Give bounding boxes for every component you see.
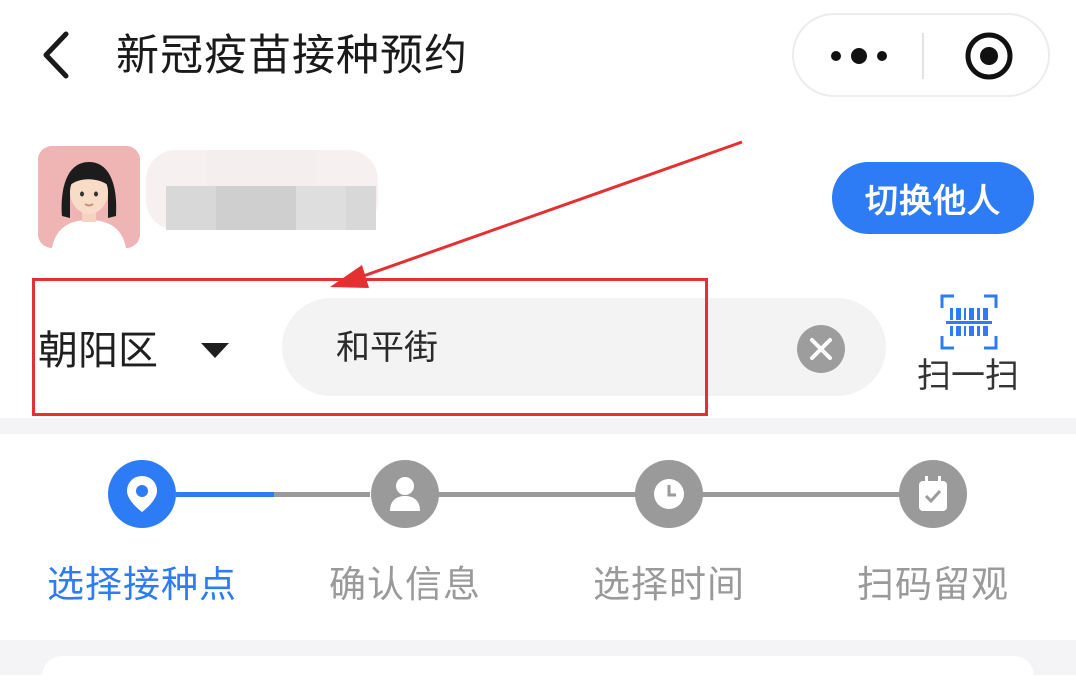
step-4-circle (899, 460, 967, 528)
step-label-confirm-info: 确认信息 (329, 563, 481, 606)
capsule-divider (922, 33, 924, 79)
close-miniprogram-button[interactable] (944, 25, 1034, 87)
calendar-check-icon (919, 476, 947, 511)
step-line (274, 492, 370, 497)
clock-icon (654, 479, 684, 509)
target-icon (965, 32, 1013, 80)
scan-button[interactable]: 扫一扫 (910, 290, 1026, 400)
step-line (702, 492, 900, 497)
step-line-active (176, 492, 274, 497)
chevron-left-icon (43, 31, 69, 79)
step-label-select-time: 选择时间 (593, 563, 745, 606)
result-card (42, 656, 1034, 696)
step-line (438, 492, 636, 497)
user-name-redacted (146, 150, 378, 230)
step-2-circle (371, 460, 439, 528)
more-dots-icon (831, 48, 887, 64)
page-title: 新冠疫苗接种预约 (116, 31, 468, 81)
person-icon (390, 477, 420, 511)
step-3-circle (635, 460, 703, 528)
user-avatar (38, 146, 140, 248)
barcode-scan-icon (940, 294, 998, 350)
scan-label: 扫一扫 (917, 356, 1019, 396)
close-icon (810, 338, 832, 360)
back-button[interactable] (30, 24, 90, 86)
section-divider (0, 418, 1076, 434)
annotation-highlight-box (32, 278, 708, 416)
clear-search-button[interactable] (797, 325, 845, 373)
mini-program-capsule (792, 13, 1050, 97)
location-pin-icon (127, 476, 157, 512)
step-label-select-site: 选择接种点 (47, 563, 237, 606)
step-1-circle (108, 460, 176, 528)
more-button[interactable] (814, 25, 904, 87)
avatar-female-icon (38, 146, 140, 248)
step-label-scan-observe: 扫码留观 (857, 563, 1009, 606)
switch-person-button[interactable]: 切换他人 (832, 162, 1034, 234)
